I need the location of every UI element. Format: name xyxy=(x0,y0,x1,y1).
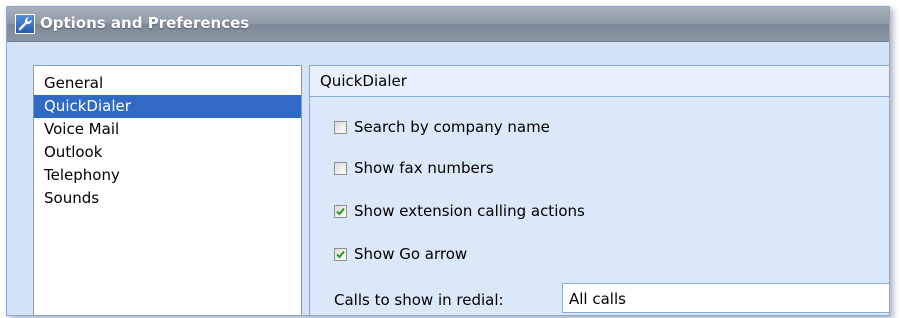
option-label[interactable]: Search by company name xyxy=(354,118,550,136)
redial-value: All calls xyxy=(569,290,626,308)
category-item-telephony[interactable]: Telephony xyxy=(34,164,301,187)
option-label[interactable]: Show Go arrow xyxy=(354,245,467,263)
option-search-by-company[interactable]: Search by company name xyxy=(334,116,550,138)
category-item-quickdialer[interactable]: QuickDialer xyxy=(34,95,301,118)
show-go-arrow-checkbox[interactable] xyxy=(334,247,347,261)
option-label[interactable]: Show extension calling actions xyxy=(354,202,585,220)
option-label[interactable]: Show fax numbers xyxy=(354,159,494,177)
category-list: General QuickDialer Voice Mail Outlook T… xyxy=(33,65,302,315)
redial-dropdown[interactable]: All calls xyxy=(562,283,890,313)
category-item-voice-mail[interactable]: Voice Mail xyxy=(34,118,301,141)
show-extension-calling-checkbox[interactable] xyxy=(334,204,347,218)
option-show-extension-calling[interactable]: Show extension calling actions xyxy=(334,200,585,222)
panel-header: QuickDialer xyxy=(310,66,889,97)
settings-panel: QuickDialer Search by company name Show … xyxy=(309,65,890,315)
search-by-company-checkbox[interactable] xyxy=(334,120,347,134)
show-fax-numbers-checkbox[interactable] xyxy=(334,161,347,175)
chevron-down-icon[interactable] xyxy=(888,295,890,303)
wrench-icon xyxy=(15,14,35,34)
category-item-sounds[interactable]: Sounds xyxy=(34,187,301,210)
title-bar[interactable]: Options and Preferences xyxy=(7,7,889,42)
category-item-outlook[interactable]: Outlook xyxy=(34,141,301,164)
option-show-go-arrow[interactable]: Show Go arrow xyxy=(334,243,467,265)
window-title: Options and Preferences xyxy=(40,14,250,32)
options-window: Options and Preferences General QuickDia… xyxy=(6,6,890,316)
redial-label: Calls to show in redial: xyxy=(334,291,504,309)
category-item-general[interactable]: General xyxy=(34,72,301,95)
option-show-fax-numbers[interactable]: Show fax numbers xyxy=(334,157,494,179)
